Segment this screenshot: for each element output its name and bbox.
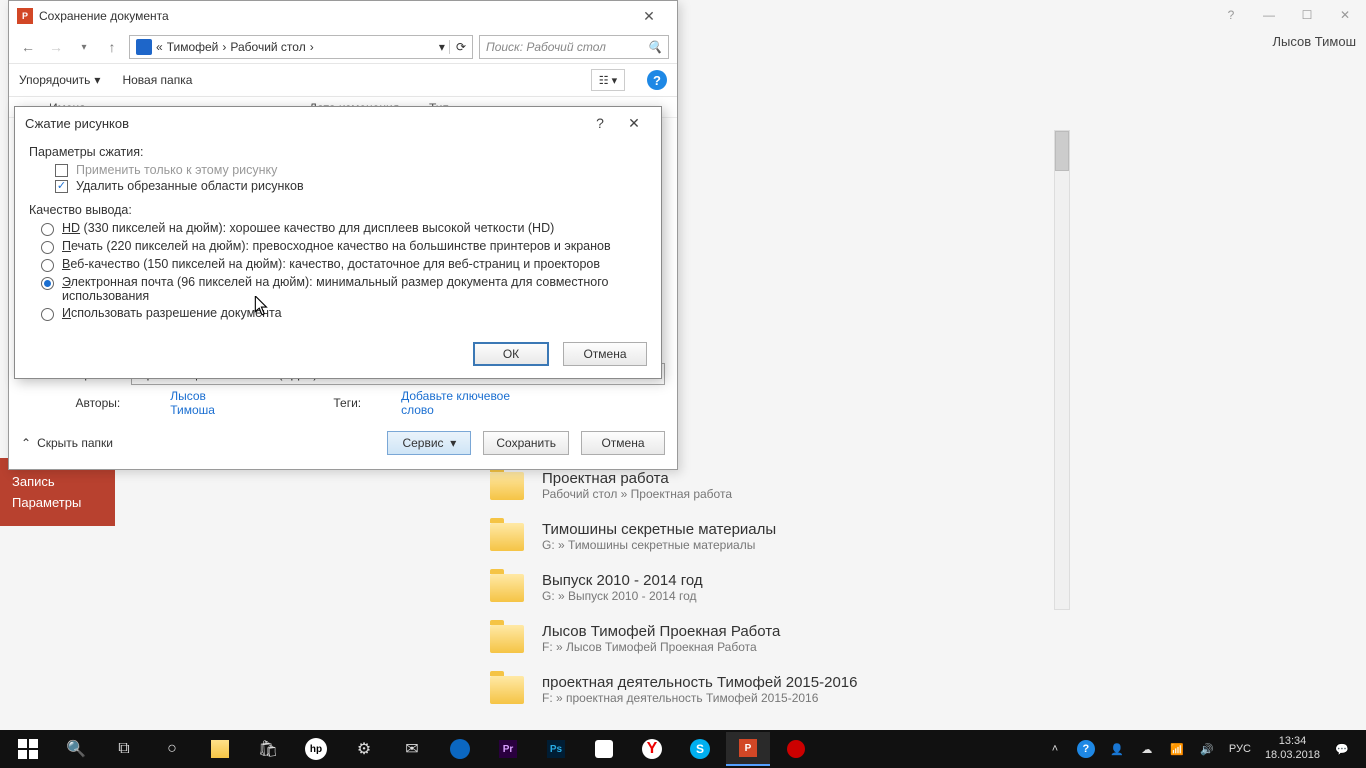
list-item[interactable]: Тимошины секретные материалыG: » Тимошин… [450,513,1066,564]
tray-help-icon[interactable]: ? [1077,740,1095,758]
hp-icon[interactable]: hp [294,732,338,766]
nav-back-icon[interactable]: ← [17,39,39,55]
refresh-icon[interactable]: ⟳ [449,40,466,54]
chevron-down-icon: ▾ [94,73,100,87]
save-button[interactable]: Сохранить [483,431,569,455]
nav-recent-icon[interactable]: ▾ [73,42,95,53]
authors-label: Авторы: [21,396,130,410]
app-icon[interactable] [582,732,626,766]
close-icon[interactable]: ✕ [1338,8,1352,22]
search-icon: 🔍 [647,40,662,54]
breadcrumb[interactable]: Рабочий стол [230,40,305,54]
premiere-icon[interactable]: Pr [486,732,530,766]
store-icon[interactable]: 🛍 [246,732,290,766]
radio-icon [41,259,54,272]
tray-chevron-up-icon[interactable]: ˄ [1047,741,1063,757]
scrollbar-thumb[interactable] [1055,131,1069,171]
radio-web[interactable]: Веб-качество (150 пикселей на дюйм): кач… [41,257,647,272]
dialog-close-button[interactable]: ✕ [617,115,651,132]
compress-pictures-dialog: Сжатие рисунков ? ✕ Параметры сжатия: Пр… [14,106,662,379]
powerpoint-icon[interactable]: P [726,732,770,766]
address-bar[interactable]: « Тимофей› Рабочий стол› ▾ ⟳ [129,35,473,59]
organize-button[interactable]: Упорядочить ▾ [19,73,100,87]
app-icon: P [17,8,33,24]
sidebar-item-options[interactable]: Параметры [12,495,103,510]
folder-icon [490,574,524,602]
tray-clock[interactable]: 13:34 18.03.2018 [1265,735,1320,763]
tags-value[interactable]: Добавьте ключевое слово [401,389,545,417]
recorder-icon[interactable] [774,732,818,766]
nav-forward-icon[interactable]: → [45,39,67,55]
explorer-icon[interactable] [198,732,242,766]
tray-onedrive-icon[interactable]: ☁ [1139,741,1155,757]
photoshop-icon[interactable]: Ps [534,732,578,766]
compression-options-label: Параметры сжатия: [29,145,647,159]
radio-email[interactable]: Электронная почта (96 пикселей на дюйм):… [41,275,647,303]
tray-volume-icon[interactable]: 🔊 [1199,741,1215,757]
list-item[interactable]: Лысов Тимофей Проекная РаботаF: » Лысов … [450,615,1066,666]
chevron-up-icon[interactable]: ⌃ [21,436,31,450]
checkbox-icon: ✓ [55,180,68,193]
dialog-title: Сжатие рисунков [25,116,129,131]
tray-network-icon[interactable]: 📶 [1169,741,1185,757]
task-view-icon[interactable]: ⧉ [102,732,146,766]
mail-icon[interactable]: ✉ [390,732,434,766]
tools-button[interactable]: Сервис ▾ [387,431,471,455]
list-item[interactable]: Выпуск 2010 - 2014 годG: » Выпуск 2010 -… [450,564,1066,615]
skype-icon[interactable]: S [678,732,722,766]
output-quality-label: Качество вывода: [29,203,647,217]
checkbox-icon [55,164,68,177]
tray-notifications-icon[interactable]: 💬 [1334,741,1350,757]
start-button[interactable] [6,732,50,766]
tray-people-icon[interactable]: 👤 [1109,741,1125,757]
dialog-title: Сохранение документа [39,9,169,23]
cancel-button[interactable]: Отмена [563,342,647,366]
dropdown-icon[interactable]: ▾ [439,40,445,54]
checkbox-delete-cropped[interactable]: ✓ Удалить обрезанные области рисунков [55,179,647,193]
radio-icon [41,308,54,321]
authors-value[interactable]: Лысов Тимоша [170,389,253,417]
radio-print[interactable]: Печать (220 пикселей на дюйм): превосход… [41,239,647,254]
tags-label: Теги: [333,396,361,410]
ok-button[interactable]: ОК [473,342,549,366]
radio-icon [41,223,54,236]
radio-document-resolution[interactable]: Использовать разрешение документа [41,306,647,321]
tray-language[interactable]: РУС [1229,743,1251,755]
yandex-icon[interactable]: Y [630,732,674,766]
taskbar: 🔍 ⧉ ○ 🛍 hp ⚙ ✉ Pr Ps Y S P ˄ ? 👤 ☁ 📶 🔊 Р… [0,730,1366,768]
search-input[interactable]: Поиск: Рабочий стол 🔍 [479,35,669,59]
new-folder-button[interactable]: Новая папка [122,73,192,87]
scrollbar[interactable] [1054,130,1070,610]
cursor-icon [254,296,270,319]
close-button[interactable]: ✕ [629,8,669,25]
checkbox-apply-only[interactable]: Применить только к этому рисунку [55,163,647,177]
cancel-button[interactable]: Отмена [581,431,665,455]
cortana-icon[interactable]: ○ [150,732,194,766]
system-tray: ˄ ? 👤 ☁ 📶 🔊 РУС 13:34 18.03.2018 💬 [1047,735,1360,763]
radio-icon [41,277,54,290]
radio-icon [41,241,54,254]
sidebar-item-record[interactable]: Запись [12,474,103,489]
minimize-icon[interactable]: — [1262,8,1276,22]
radio-hd[interactable]: HD (330 пикселей на дюйм): хорошее качес… [41,221,647,236]
view-options-button[interactable]: ☷ ▾ [591,69,625,91]
maximize-icon[interactable]: ☐ [1300,8,1314,22]
folder-icon [490,676,524,704]
search-icon[interactable]: 🔍 [54,732,98,766]
settings-icon[interactable]: ⚙ [342,732,386,766]
folder-icon [490,523,524,551]
nav-up-icon[interactable]: ↑ [101,39,123,55]
help-button[interactable]: ? [647,70,667,90]
folder-icon [490,625,524,653]
hide-folders-link[interactable]: Скрыть папки [37,436,113,450]
list-item[interactable]: проектная деятельность Тимофей 2015-2016… [450,666,1066,708]
dialog-help-button[interactable]: ? [583,115,617,131]
drive-icon [136,39,152,55]
breadcrumb[interactable]: Тимофей [167,40,219,54]
signed-in-user[interactable]: Лысов Тимош [1273,34,1357,49]
help-icon[interactable]: ? [1224,8,1238,22]
search-placeholder: Поиск: Рабочий стол [486,40,606,54]
edge-icon[interactable] [438,732,482,766]
folder-icon [490,472,524,500]
